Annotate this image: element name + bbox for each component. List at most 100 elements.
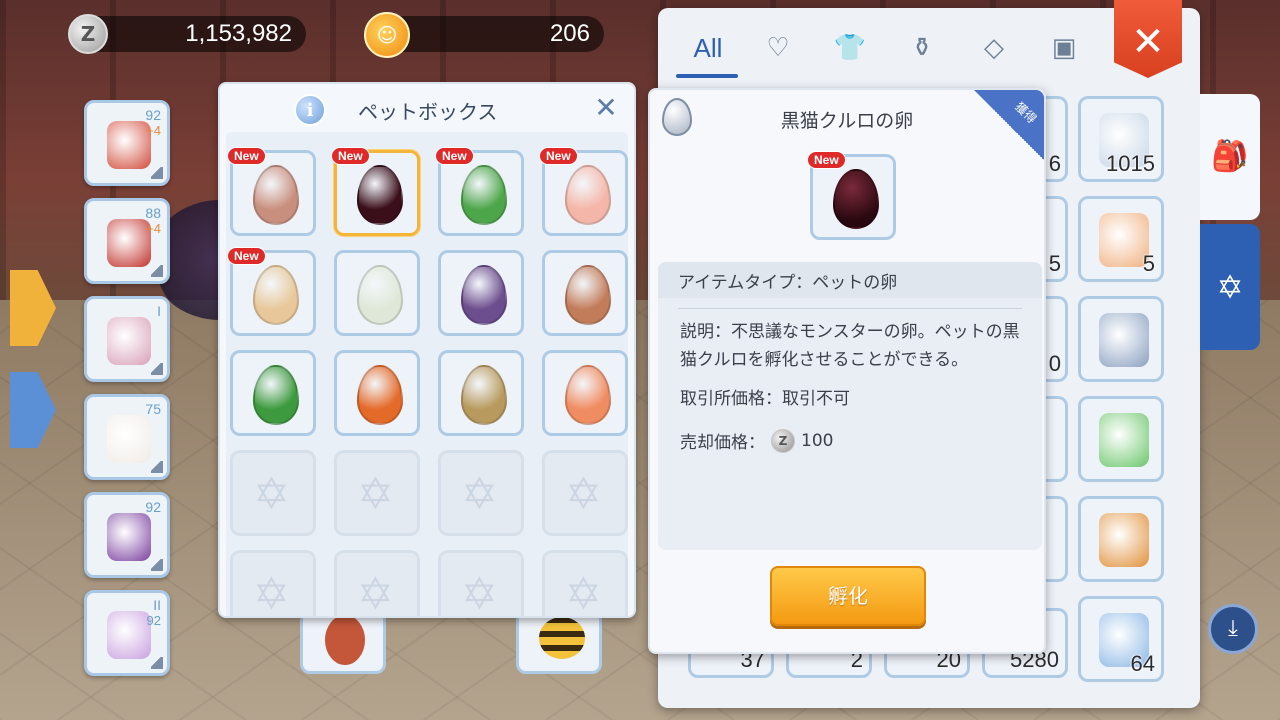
zeny-coin-icon: Z (68, 14, 108, 54)
hexagram-icon: ✡ (461, 569, 498, 618)
hexagram-icon: ✡ (253, 569, 290, 618)
side-tab-bag-icon[interactable]: 🎒 (1200, 94, 1260, 220)
hexagram-icon: ✡ (357, 469, 394, 520)
rooster-icon (325, 615, 365, 665)
hatch-button[interactable]: 孵化 (770, 566, 926, 626)
tab-gem-icon[interactable]: ◇ (964, 26, 1024, 70)
item-preview-slot: New (807, 151, 896, 240)
pet-egg-slot[interactable]: New (227, 247, 316, 336)
equipment-icon (107, 513, 151, 561)
info-icon[interactable]: i (294, 94, 326, 126)
equipment-level: 88 (145, 205, 161, 221)
equipment-icon (107, 415, 151, 463)
inventory-close-button[interactable]: ✕ (1114, 0, 1182, 78)
empty-egg-slot: ✡ (230, 450, 316, 536)
hexagram-icon: ✡ (565, 569, 602, 618)
inventory-slot[interactable]: 5 (1078, 196, 1164, 282)
inventory-slot[interactable]: 64 (1078, 596, 1164, 682)
equipment-icon (107, 121, 151, 169)
empty-egg-slot: ✡ (334, 450, 420, 536)
inventory-slot[interactable] (1078, 396, 1164, 482)
tab-card-icon[interactable]: ▣ (1034, 26, 1094, 70)
new-badge: New (331, 147, 370, 165)
inventory-item-icon (1099, 513, 1149, 567)
pet-egg-slot[interactable] (230, 350, 316, 436)
sell-price: 売却価格： Z 100 (680, 428, 833, 453)
slot-corner-icon (151, 559, 163, 571)
hexagram-icon: ✡ (253, 469, 290, 520)
tab-potion-icon[interactable]: ⚱ (892, 26, 952, 70)
pet-egg-slot[interactable] (334, 250, 420, 336)
slot-corner-icon (151, 265, 163, 277)
inventory-slot[interactable] (1078, 496, 1164, 582)
item-description: 説明：不思議なモンスターの卵。ペットの黒猫クルロを孵化させることができる。 (680, 322, 1020, 370)
pet-egg-slot[interactable] (334, 350, 420, 436)
new-badge: New (435, 147, 474, 165)
divider (678, 308, 1022, 309)
item-count: 6 (1048, 151, 1061, 176)
slot-corner-icon (151, 657, 163, 669)
egg-green-spotted-icon (461, 165, 507, 225)
empty-egg-slot: ✡ (542, 550, 628, 618)
item-count: 1015 (1106, 151, 1155, 176)
pet-box-panel: i ペットボックス ✕ New New New New New ✡ ✡ ✡ ✡ ✡ ✡ ✡ ✡ (218, 82, 636, 618)
egg-vine-icon (253, 165, 299, 225)
equipment-slot[interactable]: 92 (84, 492, 170, 578)
item-type: アイテムタイプ：ペットの卵 (658, 262, 1042, 298)
inventory-item-icon (1099, 213, 1149, 267)
equipment-level-secondary: 92 (146, 613, 161, 628)
active-tab-underline (676, 74, 738, 78)
equipment-slot[interactable]: II 92 (84, 590, 170, 676)
item-detail-panel: 黒猫クルロの卵 獲得 New アイテムタイプ：ペットの卵 説明：不思議なモンスタ… (648, 88, 1046, 654)
empty-egg-slot: ✡ (334, 550, 420, 616)
slot-corner-icon (151, 461, 163, 473)
tab-all[interactable]: All (678, 26, 738, 70)
new-badge: New (227, 147, 266, 165)
empty-egg-slot: ✡ (230, 550, 316, 618)
empty-egg-slot: ✡ (438, 550, 524, 618)
zeny-value: 1,153,982 (185, 20, 292, 47)
side-tab-card-icon[interactable]: ✡ (1200, 224, 1260, 350)
cat-coin-icon: ☺ (364, 12, 410, 58)
equipment-level: II (153, 597, 161, 613)
inventory-slot[interactable]: 1015 (1078, 96, 1164, 182)
inventory-item-icon (1099, 313, 1149, 367)
equipment-refine: +4 (146, 123, 161, 138)
slot-corner-icon (151, 363, 163, 375)
pet-egg-slot[interactable]: New (331, 147, 420, 236)
pet-egg-slot[interactable] (438, 350, 524, 436)
gem-value: 206 (549, 20, 590, 47)
equipment-level: 75 (145, 401, 161, 417)
egg-green-stripe-icon (253, 365, 299, 425)
tab-shirt-icon[interactable]: 👕 (820, 26, 880, 70)
inventory-item-icon (1099, 413, 1149, 467)
bee-icon (539, 617, 585, 659)
empty-egg-slot: ✡ (438, 450, 524, 536)
new-badge: New (539, 147, 578, 165)
pet-egg-slot[interactable] (542, 250, 628, 336)
item-count: 64 (1130, 651, 1155, 676)
black-cat-egg-icon (833, 169, 879, 229)
pet-egg-slot[interactable] (438, 250, 524, 336)
hexagram-icon: ✡ (565, 469, 602, 520)
pet-egg-slot[interactable]: New (227, 147, 316, 236)
egg-black-cat-icon (357, 165, 403, 225)
inventory-slot[interactable] (1078, 296, 1164, 382)
pet-box-close-button[interactable]: ✕ (590, 92, 622, 124)
egg-dragon-gold-icon (253, 265, 299, 325)
equipment-slot[interactable]: 88 +4 (84, 198, 170, 284)
equipment-level: 92 (145, 107, 161, 123)
pet-egg-slot[interactable]: New (539, 147, 628, 236)
equipment-icon (107, 611, 151, 659)
tab-heart-icon[interactable]: ♡ (748, 26, 808, 70)
collapse-button[interactable]: ⤓ (1208, 604, 1258, 654)
egg-orange-gloss-icon (565, 365, 611, 425)
hexagram-icon: ✡ (461, 469, 498, 520)
equipment-slot[interactable]: 92 +4 (84, 100, 170, 186)
sell-price-value: 100 (801, 430, 834, 451)
equipment-slot[interactable]: 75 (84, 394, 170, 480)
egg-dragon-white-icon (357, 265, 403, 325)
equipment-slot[interactable]: I (84, 296, 170, 382)
pet-egg-slot[interactable] (542, 350, 628, 436)
pet-egg-slot[interactable]: New (435, 147, 524, 236)
